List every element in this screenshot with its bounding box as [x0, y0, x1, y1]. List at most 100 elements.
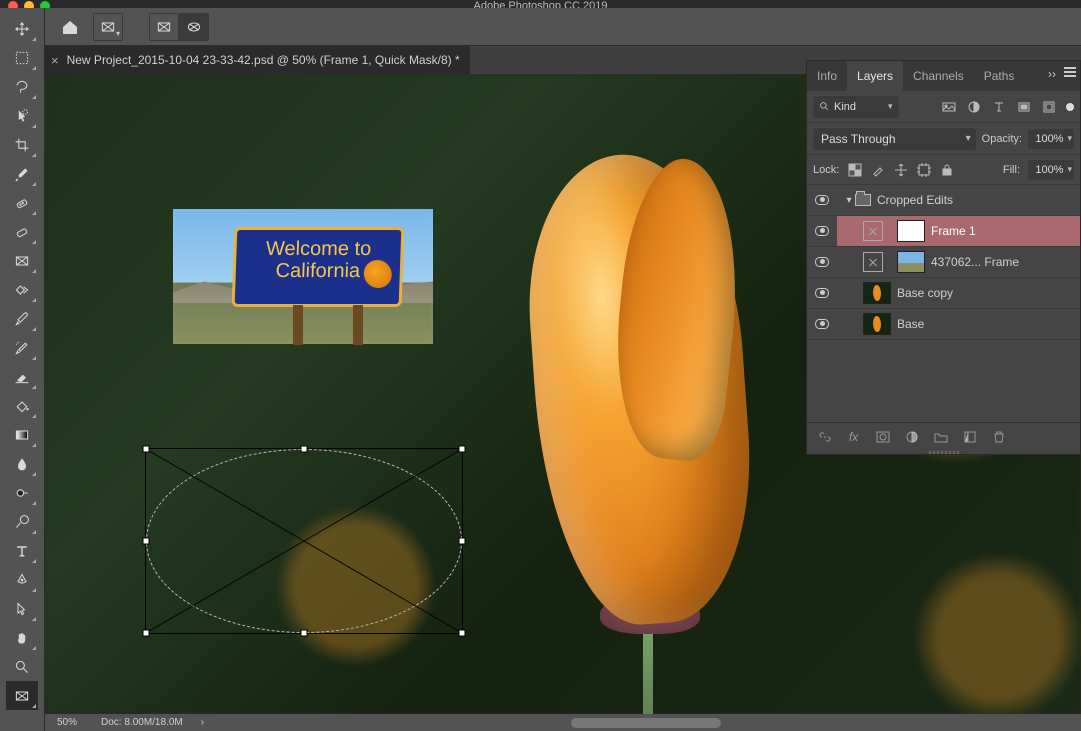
frame-shape-group: [149, 13, 209, 41]
delete-layer-icon[interactable]: [991, 429, 1006, 444]
crop-tool[interactable]: [6, 130, 38, 159]
transform-handle-br[interactable]: [459, 630, 466, 637]
lock-position-icon[interactable]: [893, 162, 908, 177]
lasso-tool[interactable]: [6, 72, 38, 101]
filter-type-icon[interactable]: [991, 99, 1006, 114]
transform-handle-tm[interactable]: [301, 446, 308, 453]
filter-pixel-icon[interactable]: [941, 99, 956, 114]
layer-base[interactable]: Base: [807, 309, 1080, 340]
tab-layers[interactable]: Layers: [847, 61, 903, 91]
type-tool[interactable]: [6, 536, 38, 565]
paint-bucket-tool[interactable]: [6, 391, 38, 420]
hand-tool[interactable]: [6, 623, 38, 652]
dodge-tool[interactable]: [6, 478, 38, 507]
group-disclosure-icon[interactable]: ▾: [843, 195, 855, 206]
transform-handle-tr[interactable]: [459, 446, 466, 453]
transform-handle-ml[interactable]: [143, 538, 150, 545]
lock-all-icon[interactable]: [939, 162, 954, 177]
visibility-toggle-icon[interactable]: [815, 288, 829, 298]
visibility-toggle-icon[interactable]: [815, 319, 829, 329]
sign-line2: California: [275, 260, 360, 282]
path-selection-tool[interactable]: [6, 594, 38, 623]
frame-tool-preset[interactable]: ▾: [93, 13, 123, 41]
layer-content-thumbnail[interactable]: [897, 220, 925, 242]
quick-selection-tool[interactable]: [6, 101, 38, 130]
filter-shape-icon[interactable]: [1016, 99, 1031, 114]
visibility-toggle-icon[interactable]: [815, 195, 829, 205]
blur-tool[interactable]: [6, 449, 38, 478]
frame-thumbnail[interactable]: [863, 221, 883, 241]
blend-mode-value: Pass Through: [821, 132, 896, 146]
app-root: Adobe Photoshop CC 2019 ▾: [0, 0, 1081, 731]
tab-channels[interactable]: Channels: [903, 61, 974, 91]
new-adjustment-layer-icon[interactable]: [904, 429, 919, 444]
opacity-label: Opacity:: [982, 133, 1022, 145]
mask-link-icon[interactable]: [889, 252, 897, 272]
new-group-icon[interactable]: [933, 429, 948, 444]
sign-graphic: Welcome to California: [232, 227, 405, 307]
brush-tool[interactable]: [6, 304, 38, 333]
layer-style-icon[interactable]: fx: [846, 429, 861, 444]
visibility-toggle-icon[interactable]: [815, 226, 829, 236]
transform-handle-bl[interactable]: [143, 630, 150, 637]
frame-tool[interactable]: [6, 681, 38, 710]
fill-input[interactable]: 100%: [1028, 160, 1074, 180]
horizontal-scrollbar[interactable]: [210, 718, 1081, 728]
lock-artboard-icon[interactable]: [916, 162, 931, 177]
home-button[interactable]: [55, 13, 85, 41]
move-tool[interactable]: [6, 14, 38, 43]
gradient-tool[interactable]: [6, 420, 38, 449]
spot-healing-tool[interactable]: [6, 188, 38, 217]
panel-menu-icon[interactable]: [1064, 67, 1076, 81]
eyedropper-tool[interactable]: [6, 159, 38, 188]
fill-value: 100%: [1035, 164, 1063, 176]
sponge-tool[interactable]: [6, 507, 38, 536]
opacity-input[interactable]: 100%: [1028, 129, 1074, 149]
panel-resize-grip[interactable]: [807, 450, 1080, 454]
layer-content-thumbnail[interactable]: [897, 251, 925, 273]
frame-thumbnail[interactable]: [863, 252, 883, 272]
visibility-toggle-icon[interactable]: [815, 257, 829, 267]
frame-ellipse-option[interactable]: [179, 13, 209, 41]
transform-handle-tl[interactable]: [143, 446, 150, 453]
marquee-tool[interactable]: [6, 43, 38, 72]
lock-pixels-icon[interactable]: [870, 162, 885, 177]
pen-tool[interactable]: [6, 565, 38, 594]
close-document-icon[interactable]: ×: [51, 53, 59, 68]
eraser-tool[interactable]: [6, 362, 38, 391]
tab-info[interactable]: Info: [807, 61, 847, 91]
layer-filter-kind[interactable]: Kind ▾: [813, 96, 899, 118]
link-layers-icon[interactable]: [817, 429, 832, 444]
blend-mode-dropdown[interactable]: Pass Through: [813, 128, 976, 150]
content-aware-move-tool[interactable]: [6, 275, 38, 304]
panel-collapse-icon[interactable]: ››: [1048, 67, 1056, 81]
clone-stamp-tool[interactable]: [6, 217, 38, 246]
layer-frame-1[interactable]: Frame 1: [807, 216, 1080, 247]
transform-handle-bm[interactable]: [301, 630, 308, 637]
layers-panel-footer: fx: [807, 422, 1080, 450]
mask-link-icon[interactable]: [889, 221, 897, 241]
transform-handle-mr[interactable]: [459, 538, 466, 545]
layer-filter-row: Kind ▾: [807, 91, 1080, 123]
zoom-level[interactable]: 50%: [45, 717, 89, 728]
embedded-frame-image[interactable]: Welcome to California: [173, 209, 433, 344]
new-layer-icon[interactable]: [962, 429, 977, 444]
layer-thumbnail[interactable]: [863, 313, 891, 335]
document-tab[interactable]: × New Project_2015-10-04 23-33-42.psd @ …: [45, 46, 470, 74]
tab-paths[interactable]: Paths: [974, 61, 1025, 91]
layer-frame-2[interactable]: 437062... Frame: [807, 247, 1080, 278]
zoom-tool[interactable]: [6, 652, 38, 681]
layer-base-copy[interactable]: Base copy: [807, 278, 1080, 309]
add-mask-icon[interactable]: [875, 429, 890, 444]
filter-adjustment-icon[interactable]: [966, 99, 981, 114]
transform-bounding-box[interactable]: [145, 448, 463, 634]
frame-rect-option[interactable]: [149, 13, 179, 41]
layer-group-cropped-edits[interactable]: ▾ Cropped Edits: [807, 185, 1080, 216]
frame-tool-rect[interactable]: [6, 246, 38, 275]
status-menu-caret-icon[interactable]: ›: [195, 717, 210, 728]
filter-smartobject-icon[interactable]: [1041, 99, 1056, 114]
history-brush-tool[interactable]: [6, 333, 38, 362]
lock-transparency-icon[interactable]: [847, 162, 862, 177]
document-size[interactable]: Doc: 8.00M/18.0M: [89, 717, 195, 728]
layer-thumbnail[interactable]: [863, 282, 891, 304]
